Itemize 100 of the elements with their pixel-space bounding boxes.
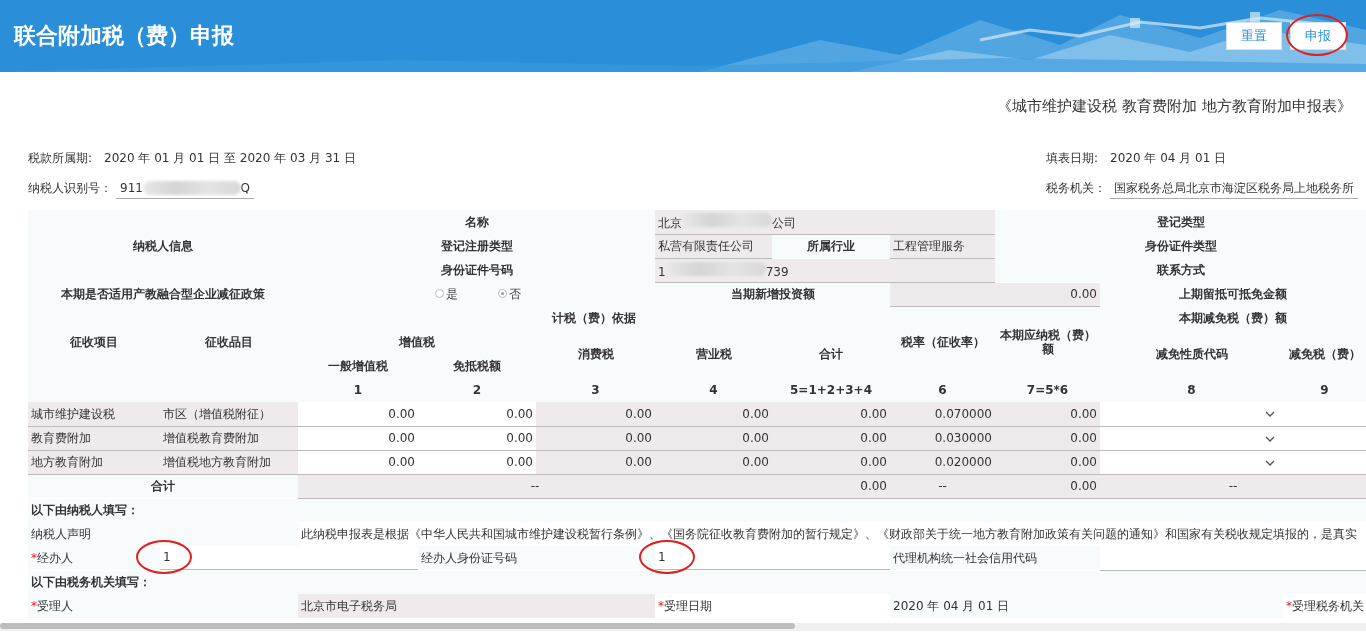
header-button[interactable]: 申报 <box>1290 22 1346 50</box>
horizontal-scrollbar[interactable] <box>0 623 1366 631</box>
table-cell: 公司 <box>772 216 796 231</box>
column-header: 免抵税额 <box>418 354 536 378</box>
table-cell: 教育费附加 <box>28 426 160 450</box>
header-button[interactable]: 重置 <box>1226 22 1282 50</box>
amount-input[interactable]: 0.00 <box>418 426 536 450</box>
agency-code-input[interactable] <box>1100 546 1366 570</box>
table-cell: 0.00 <box>995 474 1100 498</box>
column-header: 合计 <box>772 330 890 378</box>
section-label: 纳税人信息 <box>28 210 298 282</box>
column-number: 5=1+2+3+4 <box>772 378 890 402</box>
column-header: 征收项目 <box>28 306 160 378</box>
table-cell: 1 <box>658 264 666 279</box>
amount-input[interactable]: 0.00 <box>418 402 536 426</box>
column-header: 营业税 <box>655 330 772 378</box>
column-number: 9 <box>1283 378 1366 402</box>
table-cell: 增值税教育费附加 <box>160 426 298 450</box>
taxpayer-id-label: 纳税人识别号： <box>28 180 112 197</box>
field-label: *受理日期 <box>658 599 712 613</box>
amount-input[interactable] <box>1283 426 1366 450</box>
taxpayer-id-text: 911 <box>120 179 143 197</box>
page-title: 联合附加税（费）申报 <box>14 22 234 50</box>
table-cell: 0.00 <box>772 402 890 426</box>
table-cell: 0.070000 <box>890 402 995 426</box>
section-heading: 以下由税务机关填写： <box>31 575 151 590</box>
chevron-down-icon <box>1265 459 1275 466</box>
amount-input[interactable]: 0.00 <box>298 402 418 426</box>
field-label: 联系方式 <box>995 258 1366 282</box>
section-heading: 以下由纳税人填写： <box>31 503 139 518</box>
column-header: 一般增值税 <box>298 354 418 378</box>
column-number: 7=5*6 <box>995 378 1100 402</box>
total-label: 合计 <box>28 474 298 498</box>
table-cell: 0.00 <box>995 426 1100 450</box>
column-number: 1 <box>298 378 418 402</box>
amount-input[interactable] <box>1283 402 1366 426</box>
field-label: *经办人 <box>31 551 73 565</box>
tax-office-field[interactable]: 国家税务总局北京市海淀区税务局上地税务所 <box>1110 177 1358 199</box>
column-header: 减免税（费） <box>1283 330 1366 378</box>
column-header: 本期减免税（费）额 <box>1100 306 1366 330</box>
chevron-down-icon <box>1265 411 1275 418</box>
radio-option[interactable]: 否 <box>498 286 521 301</box>
field-label: 当期新增投资额 <box>655 282 890 306</box>
table-cell: 增值税地方教育附加 <box>160 450 298 474</box>
field-label: 上期留抵可抵免金额 <box>1100 282 1366 306</box>
radio-option[interactable]: 是 <box>435 286 458 301</box>
column-number: 3 <box>536 378 655 402</box>
field-label: 本期是否适用产教融合型企业减征政策 <box>28 282 298 306</box>
field-label: 经办人身份证号码 <box>418 546 655 570</box>
table-cell: 0.00 <box>655 450 772 474</box>
table-cell: 0.00 <box>536 450 655 474</box>
table-cell: 0.00 <box>536 402 655 426</box>
table-cell: 0.030000 <box>890 426 995 450</box>
table-cell: 工程管理服务 <box>890 234 995 258</box>
field-label: 代理机构统一社会信用代码 <box>890 546 1100 570</box>
field-label: *受理税务机关 <box>1286 599 1364 613</box>
table-cell: 城市维护建设税 <box>28 402 160 426</box>
table-cell: -- <box>298 474 772 498</box>
amount-input[interactable]: 0.00 <box>298 450 418 474</box>
fill-date-value: 2020 年 04 月 01 日 <box>1110 150 1227 167</box>
field-label: 登记注册类型 <box>298 234 655 258</box>
table-cell: 地方教育附加 <box>28 450 160 474</box>
table-cell: 北京市电子税务局 <box>298 594 655 618</box>
report-title: 《城市维护建设税 教育费附加 地方教育附加申报表》 <box>997 96 1352 116</box>
table-cell: 0.00 <box>772 450 890 474</box>
amount-input[interactable]: 0.00 <box>418 450 536 474</box>
column-number: 8 <box>1100 378 1283 402</box>
tax-office-label: 税务机关： <box>1046 180 1106 197</box>
column-number: 6 <box>890 378 995 402</box>
table-cell: 0.00 <box>995 450 1100 474</box>
column-header: 计税（费）依据 <box>298 306 890 330</box>
field-label: *受理人 <box>31 599 73 613</box>
column-header: 消费税 <box>536 330 655 378</box>
table-cell: 0.00 <box>772 474 890 498</box>
relief-code-select[interactable] <box>1100 402 1283 426</box>
table-cell: 0.00 <box>655 426 772 450</box>
amount-input[interactable]: 0.00 <box>298 426 418 450</box>
relief-code-select[interactable] <box>1100 426 1283 450</box>
field-label: 登记类型 <box>995 210 1366 234</box>
table-cell: 市区（增值税附征） <box>160 402 298 426</box>
table-cell: 0.00 <box>772 426 890 450</box>
table-cell: 2020 年 04 月 01 日 <box>890 594 1283 618</box>
fill-date-label: 填表日期: <box>1046 150 1099 167</box>
declaration-text: 此纳税申报表是根据《中华人民共和国城市维护建设税暂行条例》、《国务院征收教育费附加的暂行规定》、《财政部关于统一地方教育附加政策有关问题的通知》和国家有关税收规定填报的，是真实 <box>301 527 1357 541</box>
column-header: 本期应纳税（费）额 <box>995 306 1100 378</box>
field-label: 名称 <box>298 210 655 234</box>
relief-code-select[interactable] <box>1100 450 1283 474</box>
table-cell: 0.00 <box>995 402 1100 426</box>
field-label: 纳税人声明 <box>28 522 298 546</box>
column-header: 减免性质代码 <box>1100 330 1283 378</box>
table-cell: 0.00 <box>655 402 772 426</box>
table-cell: 739 <box>765 264 789 279</box>
field-label: 身份证件类型 <box>995 234 1366 258</box>
column-header: 增值税 <box>298 330 536 354</box>
table-cell: 0.00 <box>890 282 1100 306</box>
column-number: 2 <box>418 378 536 402</box>
table-cell: 0.020000 <box>890 450 995 474</box>
period-value: 2020 年 01 月 01 日 至 2020 年 03 月 31 日 <box>104 150 356 167</box>
amount-input[interactable] <box>1283 450 1366 474</box>
table-cell: 私营有限责任公司 <box>655 234 772 258</box>
